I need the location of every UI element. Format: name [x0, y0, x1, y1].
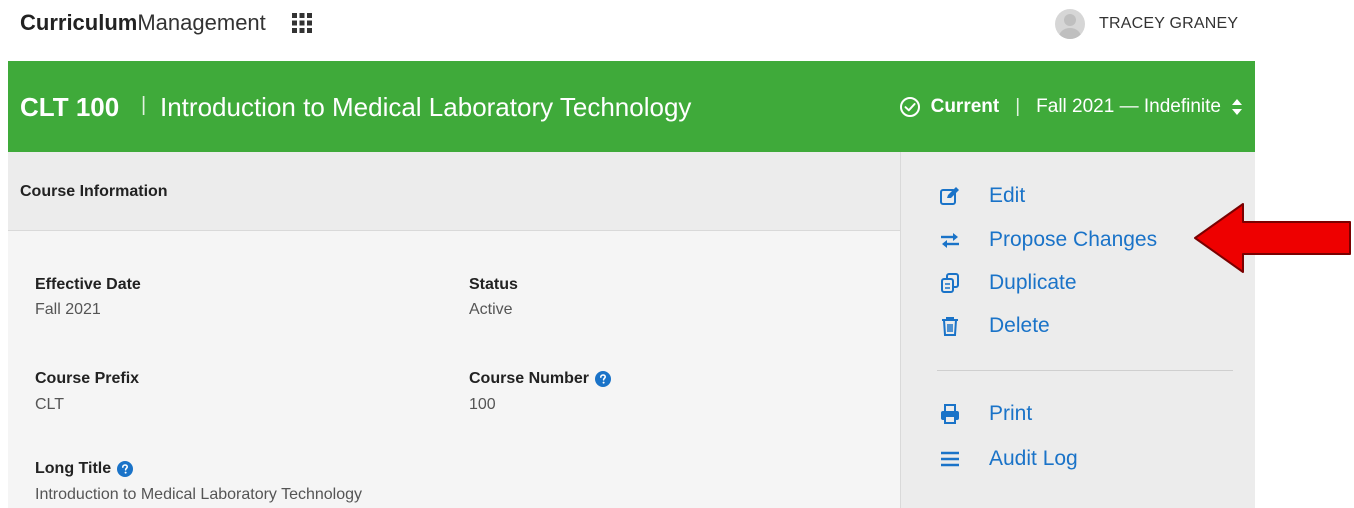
course-info-panel: Course Information Effective Date Fall 2…	[8, 152, 900, 508]
actions-divider	[937, 370, 1233, 371]
course-number-value: 100	[469, 396, 496, 413]
field-label-text: Course Prefix	[35, 370, 140, 387]
check-circle-icon	[899, 97, 920, 117]
status-area: Current | Fall 2021 — Indefinite	[899, 91, 1243, 123]
course-number-label: Course Number	[469, 370, 612, 388]
field-label-text: Course Number	[469, 370, 590, 387]
status-value: Active	[469, 301, 513, 318]
course-title: Introduction to Medical Laboratory Techn…	[160, 92, 692, 122]
duplicate-icon	[939, 272, 961, 294]
apps-grid-icon[interactable]	[291, 12, 313, 34]
action-label: Duplicate	[989, 271, 1077, 294]
audit-log-action[interactable]: Audit Log	[939, 445, 1078, 473]
delete-action[interactable]: Delete	[939, 312, 1050, 340]
course-prefix-label: Course Prefix	[35, 370, 139, 388]
long-title-value: Introduction to Medical Laboratory Techn…	[35, 486, 363, 503]
section-header: Course Information	[8, 152, 900, 231]
help-icon[interactable]	[595, 371, 612, 387]
propose-changes-action[interactable]: Propose Changes	[939, 226, 1157, 254]
trash-icon	[939, 315, 961, 337]
swap-arrows-icon	[939, 229, 961, 251]
term-selector[interactable]: Fall 2021 — Indefinite	[1036, 96, 1243, 118]
status-label: Status	[469, 276, 518, 294]
app-brand[interactable]: CurriculumManagement	[20, 10, 266, 36]
help-icon[interactable]	[117, 461, 134, 477]
header-separator: |	[141, 94, 147, 116]
action-label: Propose Changes	[989, 228, 1158, 251]
edit-icon	[939, 185, 961, 207]
print-action[interactable]: Print	[939, 400, 1032, 428]
user-silhouette-icon	[1059, 14, 1081, 39]
action-label: Delete	[989, 314, 1050, 337]
course-code: CLT 100	[20, 92, 120, 122]
user-menu[interactable]: TRACEY GRANEY	[1055, 8, 1238, 40]
brand-bold: Curriculum	[20, 10, 138, 35]
long-title-label: Long Title	[35, 460, 134, 478]
field-label-text: Effective Date	[35, 276, 141, 293]
course-header: CLT 100 | Introduction to Medical Labora…	[8, 61, 1255, 152]
avatar	[1055, 9, 1085, 39]
effective-date-label: Effective Date	[35, 276, 141, 294]
top-bar: CurriculumManagement TRACEY GRANEY	[0, 0, 1354, 48]
term-label: Fall 2021 — Indefinite	[1036, 96, 1221, 117]
section-title: Course Information	[20, 183, 168, 200]
action-label: Audit Log	[989, 447, 1078, 470]
effective-date-value: Fall 2021	[35, 301, 101, 318]
list-icon	[939, 448, 961, 470]
course-prefix-value: CLT	[35, 396, 65, 413]
action-label: Print	[989, 402, 1033, 425]
print-icon	[939, 403, 961, 425]
status-separator: |	[1015, 96, 1021, 117]
brand-light: Management	[137, 10, 266, 35]
action-label: Edit	[989, 184, 1026, 207]
field-label-text: Long Title	[35, 460, 112, 477]
status-current: Current	[930, 96, 1000, 117]
duplicate-action[interactable]: Duplicate	[939, 269, 1077, 297]
edit-action[interactable]: Edit	[939, 182, 1025, 210]
field-label-text: Status	[469, 276, 518, 293]
red-arrow-annotation	[1194, 203, 1351, 273]
user-name: TRACEY GRANEY	[1099, 15, 1239, 32]
sort-caret-icon	[1232, 99, 1242, 115]
